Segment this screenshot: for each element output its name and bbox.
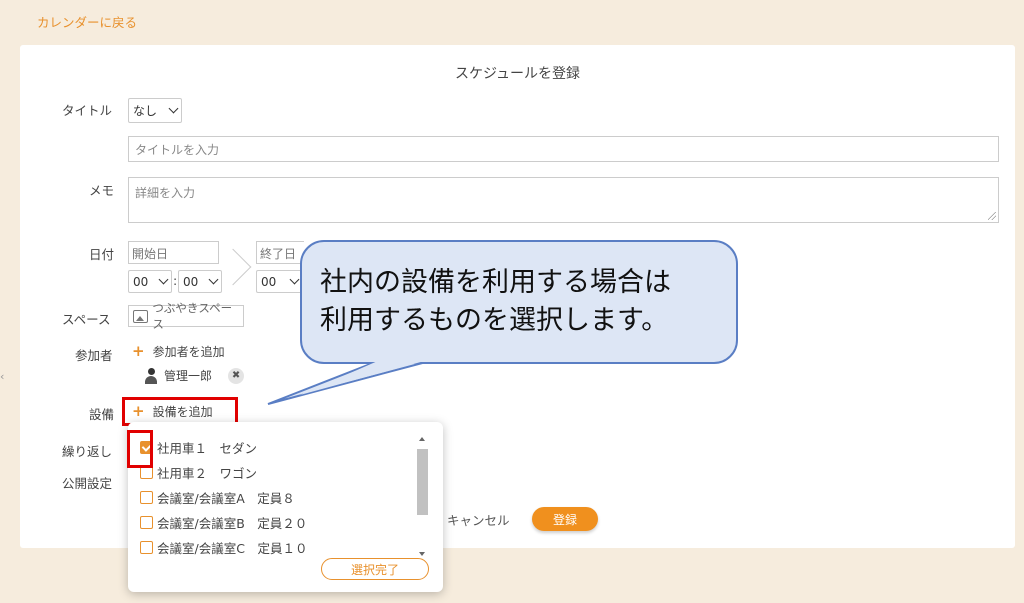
memo-placeholder: 詳細を入力 bbox=[135, 186, 196, 200]
left-edge-arrow-icon: ‹ bbox=[0, 370, 5, 383]
equipment-item[interactable]: 会議室/会議室A 定員８ bbox=[140, 485, 307, 510]
participant-name: 管理一郎 bbox=[164, 369, 213, 383]
chevron-down-icon bbox=[208, 274, 219, 285]
start-date-placeholder: 開始日 bbox=[132, 247, 169, 261]
page-title: スケジュールを登録 bbox=[454, 66, 581, 82]
remove-participant-close-icon[interactable]: ✖ bbox=[228, 367, 245, 384]
participant-item: 管理一郎 ✖ bbox=[144, 367, 245, 384]
memo-label: メモ bbox=[89, 183, 115, 198]
space-label: スペース bbox=[62, 312, 111, 327]
resize-grip-icon[interactable] bbox=[988, 212, 996, 220]
visibility-label: 公開設定 bbox=[62, 476, 113, 491]
scroll-up-icon[interactable] bbox=[419, 437, 425, 441]
plus-icon: + bbox=[132, 342, 145, 360]
selection-done-button[interactable]: 選択完了 bbox=[321, 558, 429, 580]
repeat-label: 繰り返し bbox=[62, 444, 113, 459]
space-placeholder: つぶやきスペース bbox=[152, 301, 233, 331]
space-selector[interactable]: つぶやきスペース bbox=[128, 301, 244, 331]
end-hour-select[interactable]: 00 bbox=[256, 270, 302, 293]
callout-bubble: 社内の設備を利用する場合は 利用するものを選択します。 bbox=[300, 240, 738, 364]
person-icon bbox=[144, 367, 158, 384]
checkbox-icon[interactable] bbox=[140, 491, 153, 504]
checkbox-highlight bbox=[127, 430, 153, 468]
equipment-item-label: 社用車１ セダン bbox=[157, 441, 258, 456]
title-input-placeholder: タイトルを入力 bbox=[135, 143, 220, 157]
equipment-item[interactable]: 社用車２ ワゴン bbox=[140, 460, 307, 485]
memo-textarea[interactable]: 詳細を入力 bbox=[128, 177, 999, 223]
equipment-list: 社用車１ セダン 社用車２ ワゴン 会議室/会議室A 定員８ 会議室/会議室B … bbox=[140, 435, 307, 560]
cancel-button[interactable]: キャンセル bbox=[447, 510, 510, 529]
callout-line-2: 利用するものを選択します。 bbox=[320, 305, 669, 336]
start-minute-select[interactable]: 00 bbox=[178, 270, 222, 293]
equipment-item-label: 会議室/会議室C 定員１０ bbox=[157, 541, 308, 556]
callout-line-1: 社内の設備を利用する場合は bbox=[320, 267, 671, 298]
start-minute-value: 00 bbox=[183, 274, 199, 289]
equipment-item[interactable]: 会議室/会議室C 定員１０ bbox=[140, 535, 307, 560]
equipment-label: 設備 bbox=[89, 407, 115, 422]
title-select-value: なし bbox=[133, 104, 158, 118]
scroll-down-icon[interactable] bbox=[419, 552, 425, 556]
end-date-input[interactable]: 終了日 bbox=[256, 241, 304, 264]
title-input[interactable]: タイトルを入力 bbox=[128, 136, 999, 162]
title-select[interactable]: なし bbox=[128, 98, 182, 123]
title-label: タイトル bbox=[62, 103, 113, 118]
start-hour-select[interactable]: 00 bbox=[128, 270, 172, 293]
equipment-select-popup: 社用車１ セダン 社用車２ ワゴン 会議室/会議室A 定員８ 会議室/会議室B … bbox=[128, 422, 443, 592]
back-to-calendar-link[interactable]: カレンダーに戻る bbox=[37, 12, 137, 31]
equipment-item[interactable]: 社用車１ セダン bbox=[140, 435, 307, 460]
chevron-down-icon bbox=[289, 274, 300, 285]
time-colon: : bbox=[173, 273, 178, 288]
scroll-thumb[interactable] bbox=[417, 449, 428, 515]
end-date-placeholder: 終了日 bbox=[260, 247, 297, 261]
image-icon bbox=[133, 309, 149, 323]
equipment-list-scrollbar[interactable] bbox=[415, 434, 429, 556]
equipment-item-label: 会議室/会議室B 定員２０ bbox=[157, 516, 308, 531]
chevron-down-icon bbox=[158, 274, 169, 285]
add-participant-button[interactable]: + 参加者を追加 bbox=[132, 343, 225, 360]
equipment-item-label: 社用車２ ワゴン bbox=[157, 466, 258, 481]
add-participant-label: 参加者を追加 bbox=[152, 345, 225, 359]
start-date-input[interactable]: 開始日 bbox=[128, 241, 219, 264]
chevron-down-icon bbox=[168, 103, 179, 114]
register-button[interactable]: 登録 bbox=[532, 507, 598, 531]
end-hour-value: 00 bbox=[261, 274, 277, 289]
date-label: 日付 bbox=[89, 247, 115, 262]
equipment-item[interactable]: 会議室/会議室B 定員２０ bbox=[140, 510, 307, 535]
equipment-item-label: 会議室/会議室A 定員８ bbox=[157, 491, 295, 506]
checkbox-icon[interactable] bbox=[140, 516, 153, 529]
participants-label: 参加者 bbox=[75, 348, 113, 363]
start-hour-value: 00 bbox=[133, 274, 149, 289]
checkbox-icon[interactable] bbox=[140, 541, 153, 554]
